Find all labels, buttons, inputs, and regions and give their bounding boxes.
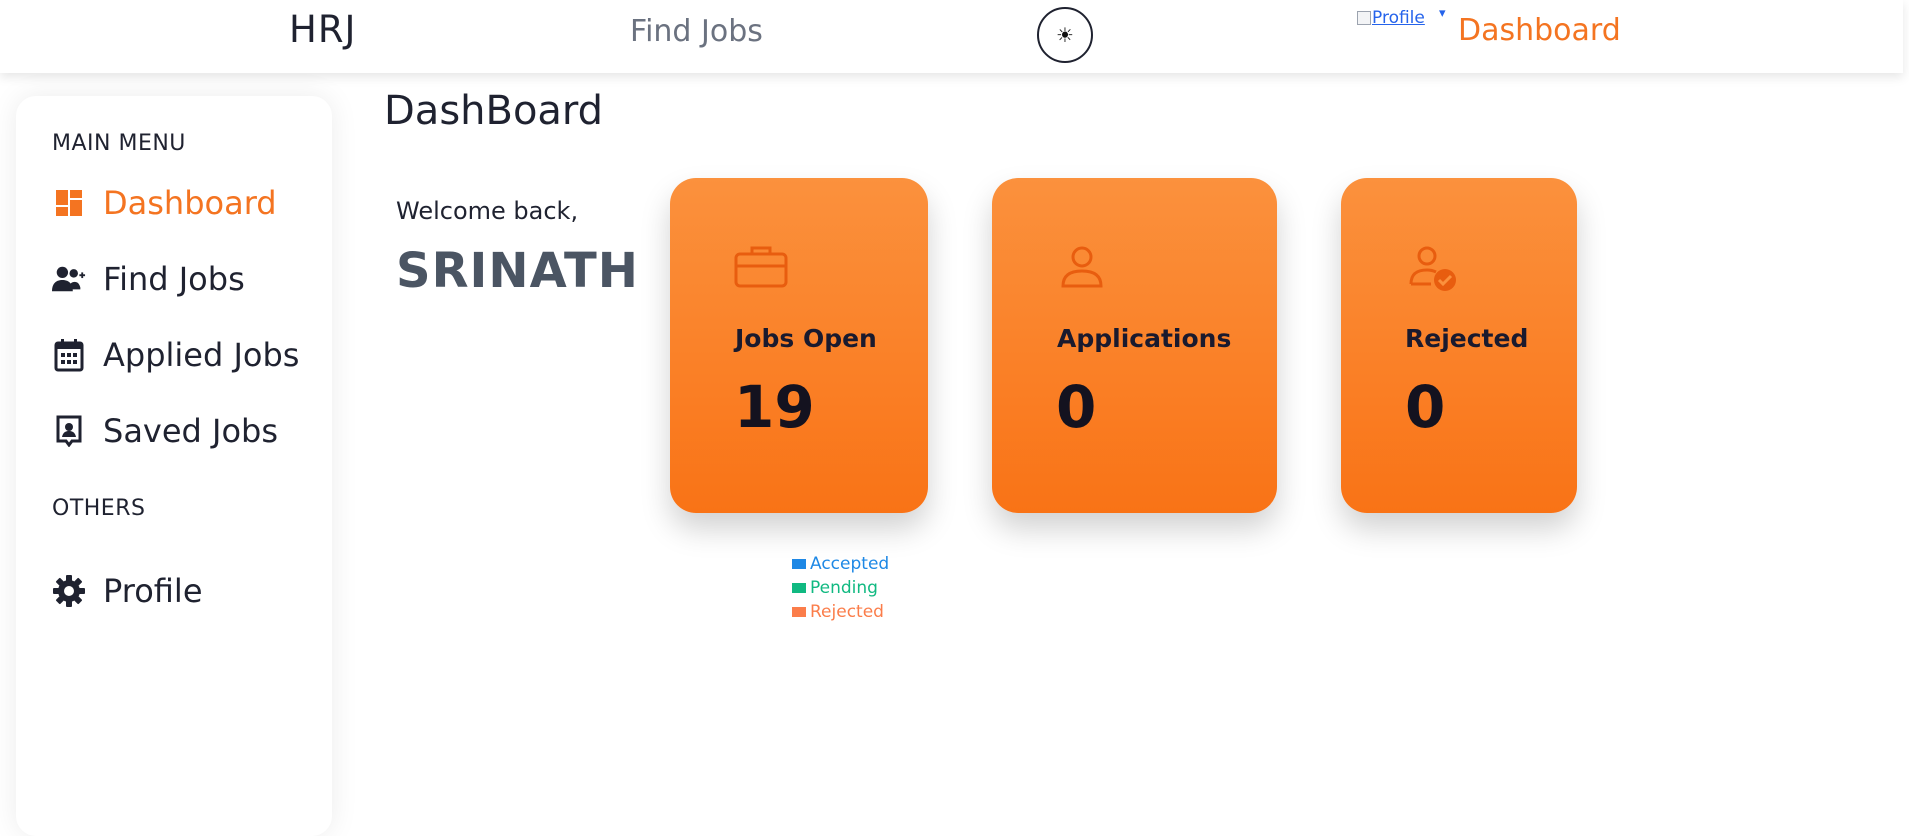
calendar-icon (52, 338, 86, 372)
broken-image-icon (1357, 11, 1371, 25)
chart-legend: Accepted Pending Rejected (792, 552, 889, 624)
legend-swatch (792, 607, 806, 617)
sidebar-item-saved-jobs[interactable]: Saved Jobs (52, 412, 278, 450)
stat-card-applications[interactable]: Applications 0 (992, 178, 1277, 513)
stat-card-rejected[interactable]: Rejected 0 (1341, 178, 1577, 513)
main-menu-title: MAIN MENU (52, 131, 186, 156)
stat-card-label: Applications (1057, 324, 1232, 353)
chevron-down-icon[interactable]: ▾ (1439, 6, 1446, 21)
profile-alt-text: Profile (1372, 8, 1425, 28)
theme-toggle-button[interactable]: ☀ (1037, 7, 1093, 63)
page-title: DashBoard (384, 88, 604, 134)
top-navbar: HRJ Find Jobs ☀ Profile ▾ Dashboard (0, 0, 1903, 73)
legend-label: Pending (810, 578, 878, 598)
gear-icon (52, 574, 86, 608)
legend-swatch (792, 559, 806, 569)
sidebar-item-applied-jobs[interactable]: Applied Jobs (52, 336, 299, 374)
profile-avatar[interactable]: Profile (1357, 8, 1425, 28)
sidebar: MAIN MENU Dashboard Find Jobs Applied Jo… (16, 96, 332, 836)
others-title: OTHERS (52, 496, 146, 521)
username: SRINATH (396, 243, 639, 299)
user-check-icon (1409, 246, 1459, 298)
nav-link-find-jobs[interactable]: Find Jobs (630, 14, 763, 49)
legend-item-pending[interactable]: Pending (792, 576, 889, 600)
brand-logo[interactable]: HRJ (289, 8, 356, 51)
stat-card-label: Rejected (1405, 324, 1529, 353)
dashboard-icon (52, 186, 86, 220)
sidebar-item-label: Find Jobs (103, 260, 245, 298)
sidebar-item-find-jobs[interactable]: Find Jobs (52, 260, 245, 298)
nav-link-dashboard[interactable]: Dashboard (1458, 13, 1621, 48)
welcome-text: Welcome back, (396, 197, 579, 225)
sidebar-item-label: Saved Jobs (103, 412, 279, 450)
sidebar-item-label: Applied Jobs (103, 336, 300, 374)
stat-card-value: 0 (1405, 373, 1446, 441)
legend-item-rejected[interactable]: Rejected (792, 600, 889, 624)
legend-item-accepted[interactable]: Accepted (792, 552, 889, 576)
stat-card-jobs-open[interactable]: Jobs Open 19 (670, 178, 928, 513)
stat-card-label: Jobs Open (735, 324, 877, 353)
legend-swatch (792, 583, 806, 593)
briefcase-icon (734, 244, 788, 292)
id-badge-icon (52, 414, 86, 448)
legend-label: Rejected (810, 602, 884, 622)
stat-card-value: 0 (1056, 373, 1097, 441)
sidebar-item-label: Profile (103, 572, 203, 610)
user-icon (1060, 246, 1104, 292)
sidebar-item-profile[interactable]: Profile (52, 572, 203, 610)
sun-icon: ☀ (1056, 23, 1074, 47)
user-plus-icon (52, 262, 86, 296)
legend-label: Accepted (810, 554, 890, 574)
stat-card-value: 19 (734, 373, 815, 441)
sidebar-item-label: Dashboard (103, 184, 277, 222)
sidebar-item-dashboard[interactable]: Dashboard (52, 184, 277, 222)
